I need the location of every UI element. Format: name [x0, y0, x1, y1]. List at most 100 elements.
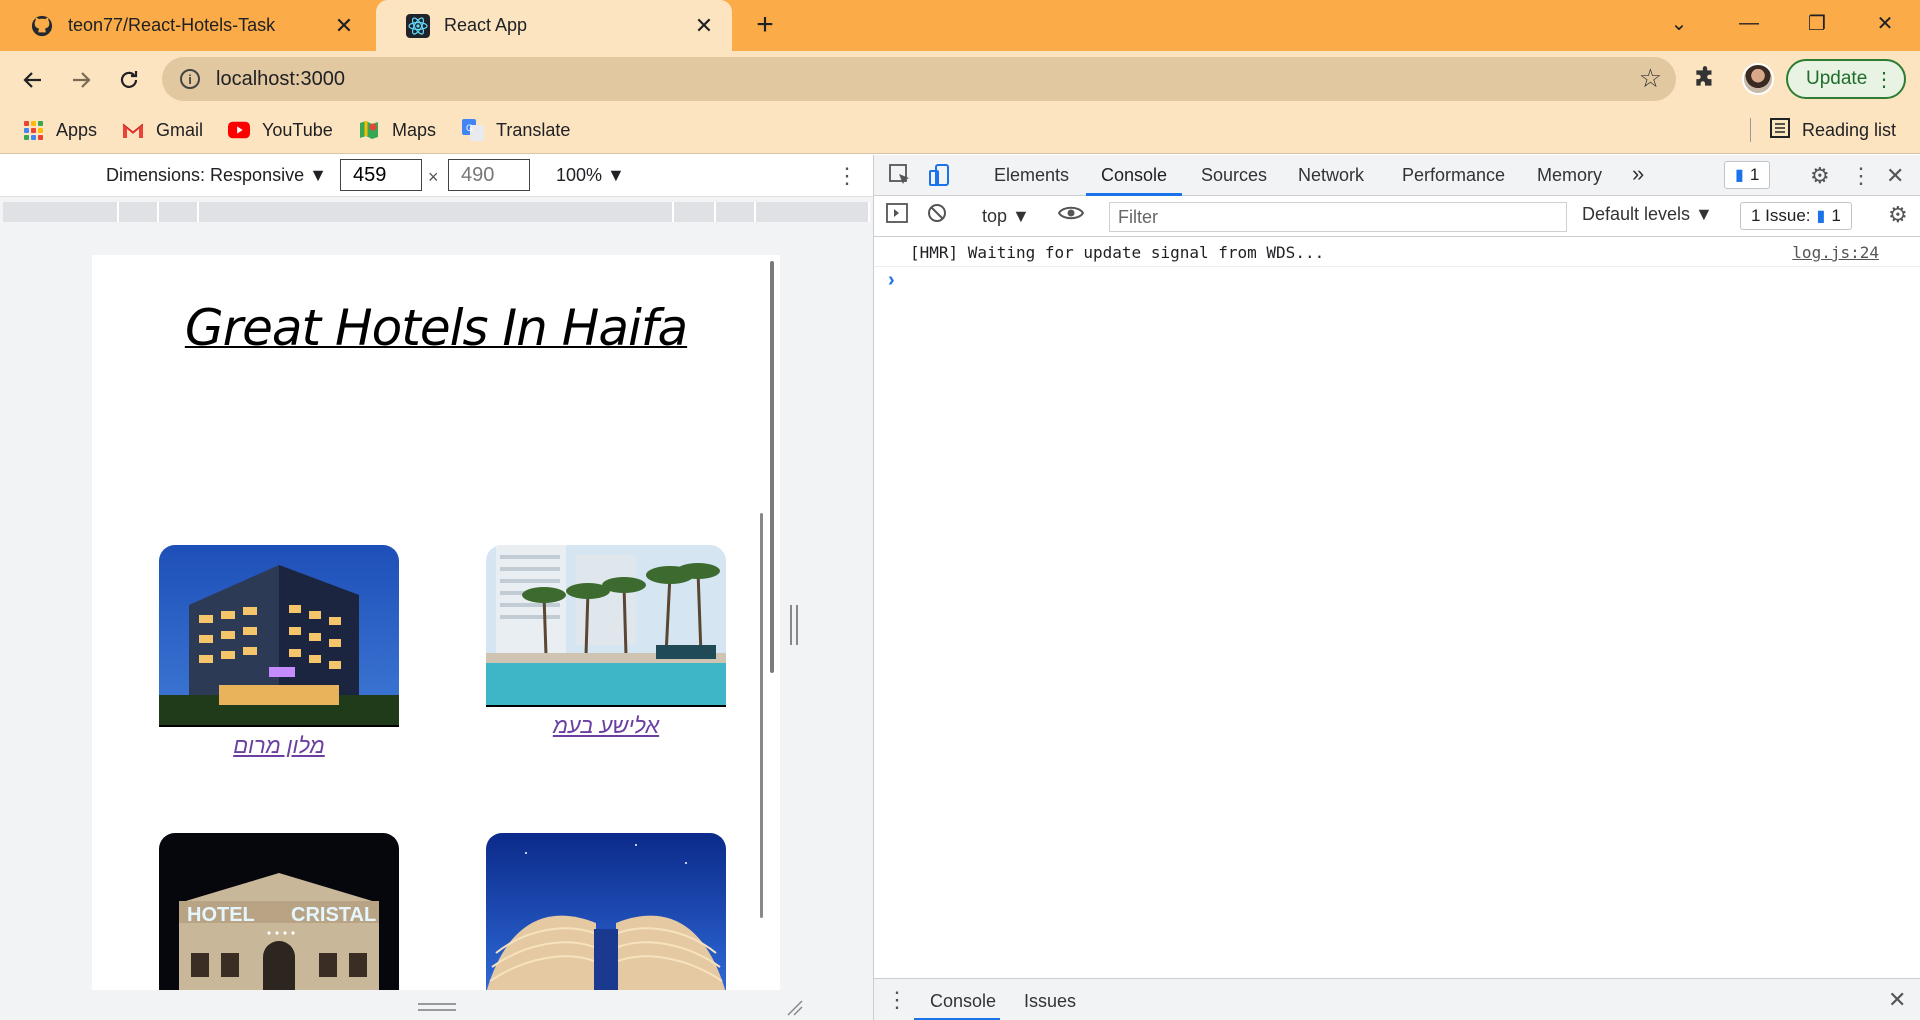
log-source-link[interactable]: log.js:24 [1792, 243, 1879, 262]
device-toolbar: Dimensions: Responsive ▼ 459 × 490 100% … [0, 155, 873, 197]
device-toggle-icon[interactable] [928, 163, 952, 193]
hotel-sign-left: HOTEL [187, 904, 255, 926]
back-button[interactable] [14, 61, 52, 99]
tab-console[interactable]: Console [1101, 165, 1167, 186]
bookmark-apps[interactable]: Apps [22, 116, 97, 144]
viewport-resize-handle[interactable] [790, 605, 798, 645]
extensions-icon[interactable] [1692, 65, 1718, 98]
log-levels-select[interactable]: Default levels ▼ [1582, 204, 1713, 225]
profile-avatar[interactable] [1742, 63, 1774, 95]
tab-memory[interactable]: Memory [1537, 165, 1602, 186]
bookmark-maps[interactable]: Maps [358, 116, 436, 144]
hotel-photo[interactable] [159, 545, 399, 727]
drawer-tab-console[interactable]: Console [930, 991, 996, 1012]
bookmark-youtube[interactable]: YouTube [228, 116, 333, 144]
react-icon [406, 13, 430, 38]
tab-strip: teon77/React-Hotels-Task ✕ React App ✕ +… [0, 0, 1920, 51]
hotel-sign-right: CRISTAL [291, 904, 376, 926]
hotel-card[interactable]: HOTEL CRISTAL [159, 833, 399, 990]
issues-label: 1 Issue: [1751, 206, 1811, 225]
devtools-tabbar: Elements Console Sources Network Perform… [874, 155, 1920, 196]
reading-list-button[interactable]: Reading list [1750, 116, 1897, 144]
url-text: localhost:3000 [216, 67, 345, 90]
tab-github[interactable]: teon77/React-Hotels-Task ✕ [0, 0, 372, 51]
console-log-row: [HMR] Waiting for update signal from WDS… [874, 237, 1920, 267]
messages-badge[interactable]: ▮ 1 [1724, 161, 1771, 189]
issue-icon: ▮ [1816, 208, 1826, 225]
devtools-panel: Elements Console Sources Network Perform… [873, 155, 1920, 1020]
drawer-menu-icon[interactable]: ⋮ [886, 987, 908, 1013]
devtools-more-icon[interactable]: ⋮ [1850, 163, 1872, 189]
resize-corner-icon[interactable] [786, 999, 804, 1020]
forward-button[interactable] [62, 61, 100, 99]
live-expression-eye-icon[interactable] [1057, 202, 1085, 230]
message-count: 1 [1749, 165, 1760, 184]
browser-toolbar: i localhost:3000 ☆ Update ⋮ [0, 51, 1920, 108]
hotel-card[interactable]: אלישע בעמ [486, 545, 726, 739]
reload-icon [120, 71, 138, 88]
issues-count: 1 [1831, 206, 1841, 225]
tab-title: React App [444, 15, 528, 35]
restore-button[interactable]: ❐ [1782, 0, 1852, 46]
viewport-bottom-handle[interactable] [418, 1003, 456, 1011]
bookmark-gmail[interactable]: Gmail [122, 116, 203, 144]
tab-performance[interactable]: Performance [1402, 165, 1505, 186]
device-height-input[interactable]: 490 [448, 159, 530, 191]
close-tab-icon[interactable]: ✕ [688, 10, 720, 42]
device-more-icon[interactable]: ⋮ [836, 163, 858, 189]
inner-scrollbar[interactable] [760, 513, 763, 918]
hotel-card[interactable] [486, 833, 726, 990]
hotel-link[interactable]: מלון מרום [159, 733, 399, 759]
close-drawer-icon[interactable]: ✕ [1888, 987, 1906, 1013]
bookmark-label: Gmail [156, 119, 204, 140]
drawer-tab-issues[interactable]: Issues [1024, 991, 1076, 1012]
reading-list-label: Reading list [1802, 119, 1897, 140]
settings-gear-icon[interactable]: ⚙ [1810, 163, 1830, 189]
new-tab-button[interactable]: + [748, 8, 782, 42]
translate-icon: G [462, 119, 484, 141]
tab-elements[interactable]: Elements [994, 165, 1069, 186]
close-window-button[interactable]: ✕ [1850, 0, 1920, 46]
zoom-select[interactable]: 100% ▼ [556, 165, 625, 186]
update-label: Update [1806, 68, 1868, 89]
devtools-drawer: ⋮ Console Issues ✕ [874, 978, 1920, 1020]
update-button[interactable]: Update ⋮ [1786, 59, 1906, 99]
console-settings-icon[interactable]: ⚙ [1888, 202, 1908, 228]
minimize-button[interactable]: — [1714, 0, 1784, 46]
more-tabs-icon[interactable]: » [1632, 161, 1644, 187]
console-prompt-icon[interactable]: › [888, 269, 895, 292]
bookmark-translate[interactable]: G Translate [462, 116, 570, 144]
bookmarks-bar: Apps Gmail YouTube Maps G Translate Read… [0, 108, 1920, 154]
log-message: [HMR] Waiting for update signal from WDS… [910, 243, 1325, 262]
hotel-link[interactable]: אלישע בעמ [486, 713, 726, 739]
media-query-bar[interactable] [3, 202, 870, 222]
clear-console-icon[interactable] [926, 202, 948, 230]
close-tab-icon[interactable]: ✕ [328, 10, 360, 42]
tab-search-icon[interactable]: ⌄ [1644, 0, 1714, 46]
page-title: Great Hotels In Haifa [184, 299, 688, 357]
device-width-input[interactable]: 459 [340, 159, 422, 191]
inspect-element-icon[interactable] [888, 163, 912, 193]
close-devtools-icon[interactable]: ✕ [1886, 163, 1904, 189]
hotel-photo[interactable] [486, 545, 726, 707]
reload-button[interactable] [110, 61, 148, 99]
youtube-icon [228, 119, 250, 141]
sidebar-toggle-icon[interactable] [886, 202, 908, 230]
issues-badge[interactable]: 1 Issue: ▮ 1 [1740, 202, 1852, 230]
bookmark-star-icon[interactable]: ☆ [1639, 63, 1662, 94]
device-emulation-area: Dimensions: Responsive ▼ 459 × 490 100% … [0, 155, 873, 1020]
tab-react-app[interactable]: React App ✕ [376, 0, 732, 51]
dimensions-select[interactable]: Dimensions: Responsive ▼ [106, 165, 327, 186]
hotel-photo[interactable] [486, 833, 726, 990]
hotel-photo[interactable]: HOTEL CRISTAL [159, 833, 399, 990]
tab-sources[interactable]: Sources [1201, 165, 1267, 186]
hotel-card[interactable]: מלון מרום [159, 545, 399, 759]
tab-network[interactable]: Network [1298, 165, 1364, 186]
divider [1750, 118, 1751, 142]
context-select[interactable]: top ▼ [982, 206, 1030, 227]
site-info-icon[interactable]: i [180, 69, 200, 89]
svg-text:G: G [466, 123, 473, 133]
github-icon [30, 14, 54, 38]
address-bar[interactable]: i localhost:3000 ☆ [162, 57, 1676, 101]
console-filter-input[interactable]: Filter [1109, 202, 1567, 232]
